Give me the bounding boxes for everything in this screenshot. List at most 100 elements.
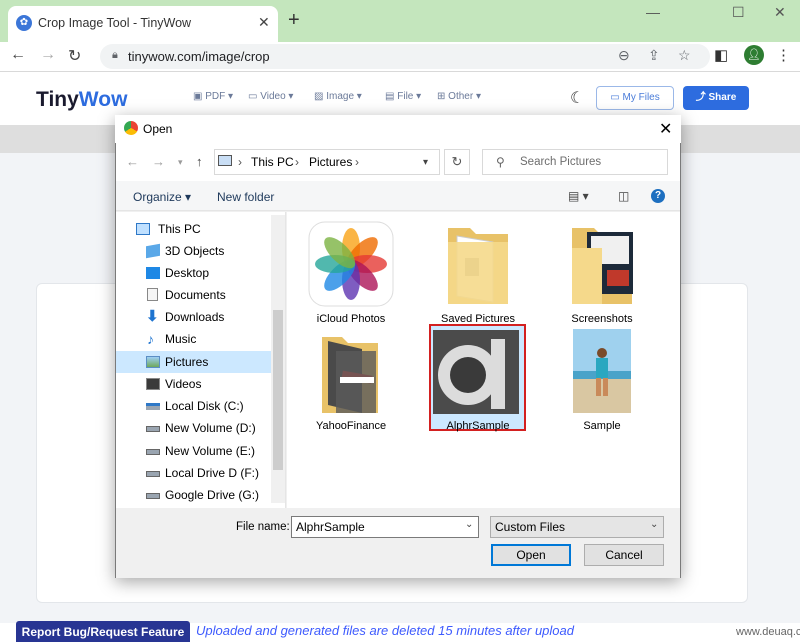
beach-photo-thumbnail [573,329,631,413]
minimize-icon[interactable]: — [646,4,660,20]
file-label: Sample [583,420,621,432]
breadcrumb-sep-icon: › [355,155,359,169]
download-icon: ⬇ [146,308,159,325]
sidebar-item-new-volume-e[interactable]: New Volume (E:) [116,440,271,462]
breadcrumb-pictures[interactable]: Pictures [309,155,352,169]
url-text[interactable]: tinywow.com/image/crop [128,49,270,64]
nav-scrollbar-thumb[interactable] [273,310,283,470]
drive-icon [146,403,160,410]
cube-icon [146,243,160,259]
open-button[interactable]: Open [491,544,571,566]
forward-icon[interactable]: → [40,46,56,64]
up-arrow-icon[interactable]: ↑ [196,154,203,169]
maximize-icon[interactable]: ☐ [732,4,745,21]
file-label: iCloud Photos [316,313,386,325]
path-dropdown-icon[interactable]: ▾ [423,157,428,168]
breadcrumb-sep-icon: › [295,155,299,169]
pictures-icon [146,356,160,368]
back-icon[interactable]: ← [10,46,26,64]
file-label: Saved Pictures [441,313,515,325]
nav-other[interactable]: ⊞ Other ▾ [437,91,481,102]
search-icon: ⚲ [496,155,505,169]
refresh-button[interactable]: ↻ [444,149,470,175]
nav-file[interactable]: ▤ File ▾ [385,91,421,102]
bookmark-star-icon[interactable]: ☆ [678,47,691,64]
change-view-icon[interactable]: ▤ ▾ [568,189,589,203]
forward-arrow-icon[interactable]: → [152,154,165,169]
photos-app-icon [308,221,394,307]
sidebar-item-videos[interactable]: Videos [116,373,271,395]
file-item-icloud-photos[interactable]: iCloud Photos [296,218,406,328]
file-item-yahoofinance[interactable]: YahooFinance [296,327,406,437]
sidebar-item-3d-objects[interactable]: 3D Objects [116,240,271,262]
sidebar-item-new-volume-d[interactable]: New Volume (D:) [116,417,271,439]
recent-dropdown-icon[interactable]: ▾ [178,157,183,168]
new-tab-icon[interactable]: + [288,9,300,32]
dialog-title-bar [115,115,681,143]
drive-icon [146,471,160,477]
file-item-alphrsample[interactable]: AlphrSample [423,327,533,432]
sidebar-item-this-pc[interactable]: This PC [116,218,271,240]
chevron-down-icon[interactable]: ⌄ [465,519,473,530]
computer-icon [136,223,150,235]
site-logo[interactable]: TinyWow [36,88,127,112]
share-page-icon[interactable]: ⇪ [648,47,660,64]
help-icon[interactable]: ? [651,189,665,203]
profile-avatar[interactable]: 👤︎ [744,45,764,65]
share-button[interactable]: ⤴ Share [683,86,749,110]
back-arrow-icon[interactable]: ← [126,154,139,169]
menu-kebab-icon[interactable]: ⋮ [776,46,791,64]
file-type-select[interactable]: Custom Files [490,516,664,538]
side-panel-icon[interactable]: ◧ [714,46,728,64]
file-name-input[interactable]: AlphrSample [291,516,479,538]
breadcrumb-this-pc[interactable]: This PC [251,155,294,169]
file-label: AlphrSample [446,420,510,432]
dark-mode-icon[interactable]: ☾ [570,88,584,108]
report-bug-button[interactable]: Report Bug/Request Feature [16,621,190,642]
nav-image[interactable]: ▨ Image ▾ [314,91,362,102]
file-item-saved-pictures[interactable]: Saved Pictures [423,218,533,328]
window-close-icon[interactable]: ✕ [774,4,786,21]
nav-pdf[interactable]: ▣ PDF ▾ [193,91,233,102]
sidebar-item-documents[interactable]: Documents [116,284,271,306]
sidebar-item-local-disk-c[interactable]: Local Disk (C:) [116,395,271,417]
lock-icon[interactable]: 🔒︎ [112,49,118,62]
cancel-button[interactable]: Cancel [584,544,664,566]
organize-menu[interactable]: Organize ▾ [133,190,191,204]
preview-pane-icon[interactable]: ◫ [618,189,629,203]
site-favicon-icon: ✿ [16,15,32,31]
sidebar-item-music[interactable]: ♪ Music [116,328,271,350]
my-files-button[interactable]: ▭ My Files [596,86,674,110]
sidebar-item-pictures[interactable]: Pictures [116,351,271,373]
chevron-down-icon[interactable]: ⌄ [650,519,658,530]
folder-icon [448,228,508,304]
file-label: Screenshots [571,313,633,325]
sidebar-item-local-drive-f[interactable]: Local Drive D (F:) [116,462,271,484]
file-name-label: File name: [236,521,290,533]
drive-icon [146,426,160,432]
alphr-logo-thumbnail [433,330,519,414]
file-item-screenshots[interactable]: Screenshots [547,218,657,328]
video-icon [146,378,160,390]
new-folder-button[interactable]: New folder [217,190,274,204]
desktop-icon [146,267,160,279]
reload-icon[interactable]: ↻ [68,46,81,66]
music-icon: ♪ [147,331,154,347]
tab-title: Crop Image Tool - TinyWow [38,16,192,30]
sidebar-item-google-drive-g[interactable]: Google Drive (G:) [116,484,271,506]
dialog-close-icon[interactable]: ✕ [659,119,672,139]
dialog-title: Open [143,122,173,136]
location-icon [218,155,232,166]
dialog-command-bar [116,181,680,211]
file-item-sample[interactable]: Sample [547,327,657,437]
zoom-icon[interactable]: ⊖ [618,47,630,64]
folder-icon [572,228,633,304]
sidebar-item-downloads[interactable]: ⬇ Downloads [116,306,271,328]
sidebar-item-desktop[interactable]: Desktop [116,262,271,284]
nav-video[interactable]: ▭ Video ▾ [248,91,293,102]
search-placeholder: Search Pictures [520,156,602,168]
watermark: www.deuaq.com [736,626,800,638]
browser-tab[interactable]: ✿ Crop Image Tool - TinyWow ✕ [8,6,278,42]
deletion-notice: Uploaded and generated files are deleted… [196,623,574,638]
tab-close-icon[interactable]: ✕ [258,14,270,31]
